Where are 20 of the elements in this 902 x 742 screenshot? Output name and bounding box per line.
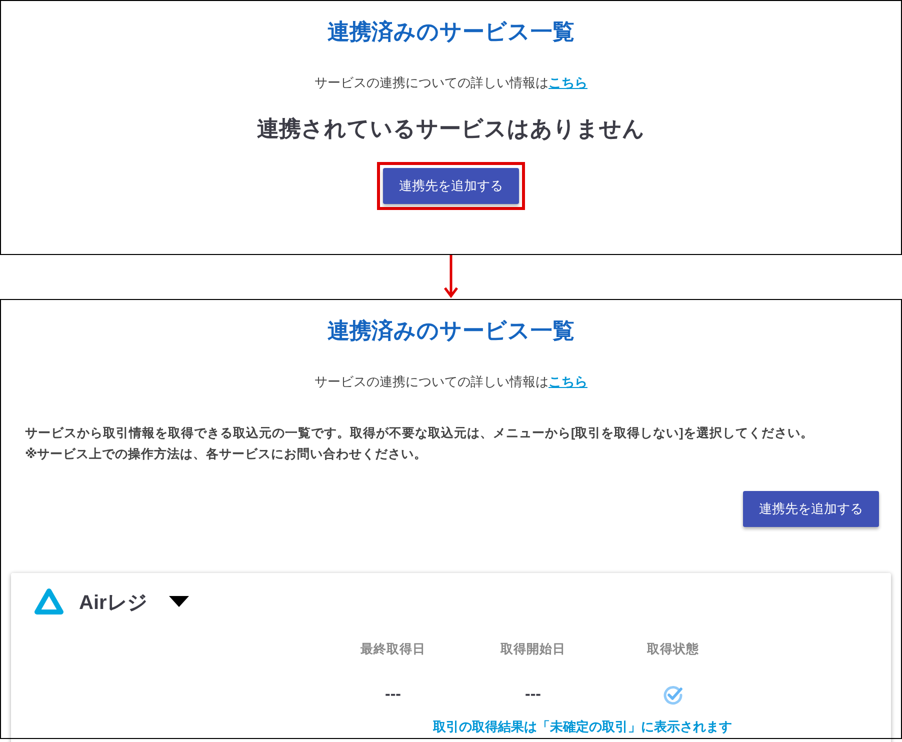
info-text: サービスの連携についての詳しい情報はこちら (314, 373, 588, 391)
check-icon (662, 684, 684, 706)
column-value: --- (525, 685, 541, 705)
column-header: 取得状態 (647, 641, 699, 658)
service-name: Airレジ (79, 590, 147, 616)
column-header: 最終取得日 (360, 641, 426, 658)
caret-icon[interactable] (168, 596, 189, 608)
add-service-button[interactable]: 連携先を追加する (383, 168, 519, 204)
description-text: ※サービス上での操作方法は、各サービスにお問い合わせください。 (25, 446, 428, 463)
empty-message: 連携されているサービスはありません (257, 115, 645, 143)
triangle-logo-icon (33, 587, 65, 617)
column-header: 取得開始日 (500, 641, 566, 658)
down-arrow (444, 255, 458, 299)
note-text: 取引の取得結果は「未確定の取引」に表示されます (433, 718, 733, 736)
page-title: 連携済みのサービス一覧 (328, 317, 574, 345)
column-value: --- (385, 685, 401, 705)
info-text: サービスの連携についての詳しい情報はこちら (314, 74, 588, 92)
add-service-button[interactable]: 連携先を追加する (743, 491, 879, 527)
page-title: 連携済みのサービス一覧 (328, 18, 574, 46)
description-text: サービスから取引情報を取得できる取込元の一覧です。取得が不要な取込元は、メニューから[取引を取得しない]を選択してください。 (25, 425, 814, 442)
